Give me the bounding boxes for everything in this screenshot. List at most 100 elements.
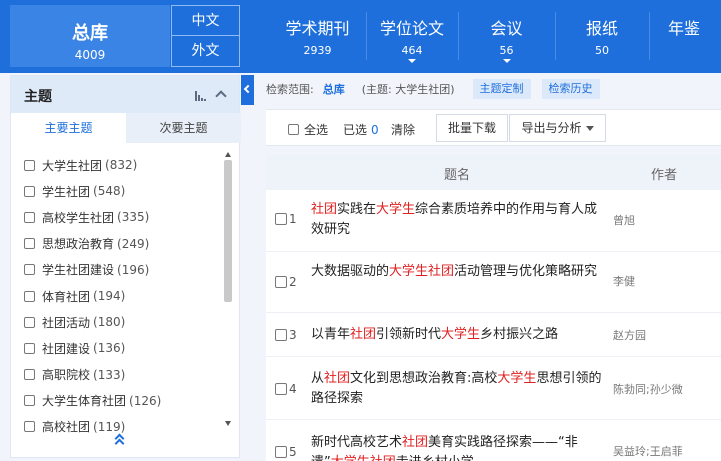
checkbox-icon[interactable]	[275, 383, 287, 395]
chevron-left-icon	[243, 84, 253, 94]
tab-newspapers[interactable]: 报纸 50	[556, 5, 648, 67]
facet-item[interactable]: 思想政治教育 (249)	[11, 231, 223, 257]
scope-value: 总库	[322, 83, 345, 96]
facet-label: 思想政治教育	[42, 237, 115, 252]
tab-journals[interactable]: 学术期刊 2939	[270, 5, 365, 67]
col-author-header[interactable]: 作者	[651, 164, 677, 183]
row-select[interactable]: 1	[275, 212, 297, 226]
col-title-header[interactable]: 题名	[444, 164, 470, 183]
batch-download-button[interactable]: 批量下载	[436, 114, 508, 142]
result-author[interactable]: 赵方园	[613, 327, 646, 343]
result-title-link[interactable]: 社团实践在大学生综合素质培养中的作用与育人成效研究	[311, 200, 606, 240]
chevron-down-icon	[585, 126, 594, 131]
facet-item[interactable]: 高校学生社团 (335)	[11, 204, 223, 230]
checkbox-icon[interactable]	[275, 213, 287, 225]
topic-customize-button[interactable]: 主题定制	[472, 79, 531, 99]
tab-conferences[interactable]: 会议 56	[459, 5, 554, 67]
facet-label: 高校学生社团	[42, 210, 115, 225]
result-title-link[interactable]: 新时代高校艺术社团美育实践路径探索——“非遗”大学生社团走进乡村小学	[311, 433, 606, 461]
facet-label: 学生社团建设	[42, 263, 115, 278]
search-history-button[interactable]: 检索历史	[541, 79, 600, 99]
checkbox-icon[interactable]	[24, 316, 35, 328]
topic-filter-panel: 主题 主要主题 次要主题 大学生社团 (832) 学生社团 (548) 高校学生社团 (3…	[10, 75, 241, 458]
lang-chinese-tab[interactable]: 中文	[171, 5, 240, 36]
result-author[interactable]: 李健	[613, 273, 635, 289]
export-analyze-label: 导出与分析	[521, 121, 582, 135]
checkbox-icon[interactable]	[275, 276, 287, 288]
checkbox-icon[interactable]	[24, 185, 35, 197]
clear-selection-link[interactable]: 清除	[391, 121, 415, 138]
title-text: 引领新时代	[376, 327, 442, 342]
title-text: 实践在	[337, 202, 377, 217]
result-row: 3 以青年社团引领新时代大学生乡村振兴之路 赵方园	[266, 314, 721, 357]
checkbox-icon[interactable]	[275, 446, 287, 458]
double-chevron-up-icon[interactable]	[113, 433, 127, 449]
checkbox-icon[interactable]	[24, 264, 35, 276]
row-index: 3	[289, 328, 297, 342]
panel-title: 主题	[24, 89, 52, 105]
tab-dissertations-label: 学位论文	[379, 19, 444, 38]
facet-label: 高校社团	[42, 420, 91, 435]
facet-item[interactable]: 大学生体育社团 (126)	[11, 388, 223, 414]
row-index: 2	[289, 275, 297, 289]
title-text: 从	[311, 371, 325, 386]
checkbox-icon[interactable]	[275, 329, 287, 341]
keyword-highlight: 大学生社团	[331, 455, 396, 461]
facet-item[interactable]: 体育社团 (194)	[11, 283, 223, 309]
facet-item[interactable]: 大学生社团 (832)	[11, 152, 223, 178]
chevron-up-icon[interactable]	[215, 90, 227, 102]
top-navigation: 总库 4009 中文 外文 学术期刊 2939 学位论文 464 会议 56 报…	[0, 0, 721, 73]
checkbox-icon[interactable]	[24, 369, 35, 381]
result-author[interactable]: 陈勃同;孙少微	[613, 381, 683, 397]
facet-count: (133)	[93, 367, 126, 382]
result-author[interactable]: 吴益玲;王启菲	[613, 443, 683, 459]
facet-scrollbar[interactable]	[223, 148, 233, 430]
export-analyze-button[interactable]: 导出与分析	[509, 114, 606, 142]
checkbox-icon[interactable]	[24, 290, 35, 302]
tab-dissertations[interactable]: 学位论文 464	[367, 5, 457, 67]
tab-all-database[interactable]: 总库 4009	[10, 5, 170, 67]
select-all-checkbox[interactable]: 全选	[288, 121, 328, 138]
checkbox-icon[interactable]	[24, 238, 35, 250]
tab-newspapers-count: 50	[595, 44, 609, 57]
checkbox-icon[interactable]	[24, 421, 35, 433]
result-title-link[interactable]: 以青年社团引领新时代大学生乡村振兴之路	[311, 325, 606, 345]
checkbox-icon[interactable]	[24, 159, 35, 171]
checkbox-icon[interactable]	[24, 342, 35, 354]
facet-item[interactable]: 学生社团建设 (196)	[11, 257, 223, 283]
row-select[interactable]: 3	[275, 328, 297, 342]
row-index: 4	[289, 382, 297, 396]
facet-item[interactable]: 社团活动 (180)	[11, 309, 223, 335]
tab-primary-topic[interactable]: 主要主题	[11, 113, 126, 143]
tab-yearbooks-label: 年鉴	[668, 19, 701, 38]
tab-yearbooks[interactable]: 年鉴	[668, 5, 721, 67]
facet-item[interactable]: 高职院校 (133)	[11, 362, 223, 388]
selected-number: 0	[371, 123, 379, 137]
facet-label: 大学生社团	[42, 158, 103, 173]
title-text: 以青年	[311, 327, 351, 342]
lang-foreign-tab[interactable]: 外文	[171, 36, 240, 67]
row-select[interactable]: 4	[275, 382, 297, 396]
facet-item[interactable]: 学生社团 (548)	[11, 178, 223, 204]
facet-count: (194)	[93, 289, 126, 304]
checkbox-icon[interactable]	[288, 124, 299, 135]
scroll-down-arrow-icon[interactable]	[225, 421, 231, 426]
scrollbar-thumb[interactable]	[224, 160, 232, 302]
chart-bars-icon[interactable]	[195, 91, 207, 101]
row-select[interactable]: 5	[275, 445, 297, 459]
nav-divider	[649, 12, 650, 60]
collapse-panel-button[interactable]	[241, 75, 254, 105]
title-text: 走进乡村小学	[396, 455, 474, 461]
facet-count: (548)	[93, 184, 126, 199]
result-title-link[interactable]: 从社团文化到思想政治教育:高校大学生思想引领的路径探索	[311, 369, 606, 409]
facet-item[interactable]: 社团建设 (136)	[11, 335, 223, 361]
checkbox-icon[interactable]	[24, 395, 35, 407]
tab-all-label: 总库	[72, 23, 108, 44]
row-select[interactable]: 2	[275, 275, 297, 289]
scroll-up-arrow-icon[interactable]	[225, 152, 231, 157]
tab-secondary-topic[interactable]: 次要主题	[126, 113, 241, 143]
facet-count: (249)	[117, 236, 150, 251]
result-title-link[interactable]: 大数据驱动的大学生社团活动管理与优化策略研究	[311, 262, 606, 282]
checkbox-icon[interactable]	[24, 211, 35, 223]
result-author[interactable]: 曾旭	[613, 212, 635, 228]
